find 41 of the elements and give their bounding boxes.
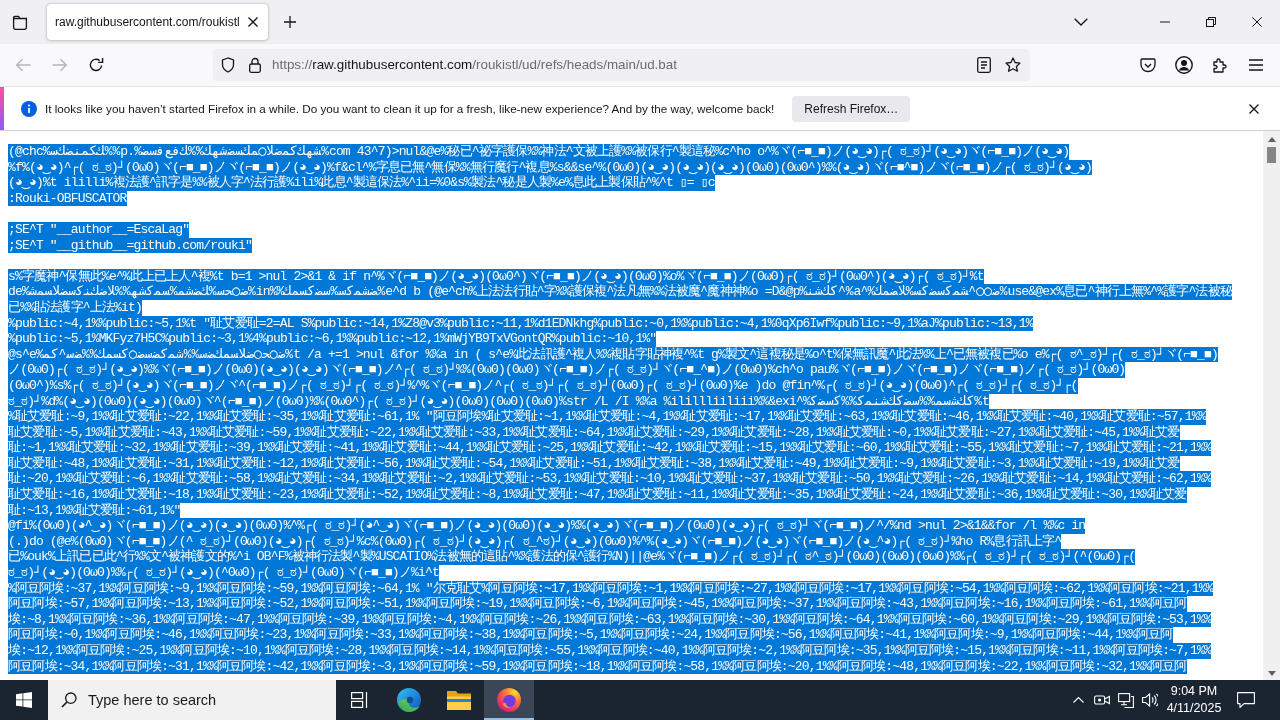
plus-icon[interactable] xyxy=(283,16,296,28)
close-icon[interactable] xyxy=(1252,17,1262,27)
speaker-icon[interactable] xyxy=(1142,693,1158,707)
restore-icon[interactable] xyxy=(1206,17,1216,27)
refresh-firefox-button[interactable]: Refresh Firefox… xyxy=(792,95,911,122)
chevron-up-icon[interactable] xyxy=(1072,697,1084,703)
reload-icon[interactable] xyxy=(88,57,104,73)
edge-icon[interactable] xyxy=(397,688,421,712)
close-icon[interactable] xyxy=(1249,103,1259,114)
video-camera-icon[interactable] xyxy=(1094,693,1110,707)
address-bar[interactable]: https://raw.githubusercontent.com/roukistl/ud/refs/heads/main/ud.bat xyxy=(213,49,1030,81)
network-icon[interactable] xyxy=(1118,692,1134,708)
scrollbar[interactable] xyxy=(1263,131,1280,680)
search-field[interactable]: Type here to search xyxy=(48,680,336,720)
browser-tab[interactable]: raw.githubusercontent.com/roukistl xyxy=(47,4,268,40)
shield-icon[interactable] xyxy=(221,57,235,73)
reader-view-icon[interactable] xyxy=(977,57,991,73)
info-icon xyxy=(21,100,37,117)
clock-date[interactable]: 4/11/2025 xyxy=(1166,700,1222,717)
pocket-icon[interactable] xyxy=(1140,57,1156,73)
star-icon[interactable] xyxy=(1005,57,1021,73)
puzzle-icon[interactable] xyxy=(1212,57,1228,73)
folder-icon[interactable] xyxy=(12,14,28,30)
clock-time[interactable]: 9:04 PM xyxy=(1170,683,1218,700)
menu-icon[interactable] xyxy=(1249,59,1263,71)
task-view-icon[interactable] xyxy=(351,692,369,708)
notification-icon[interactable] xyxy=(1237,692,1255,708)
firefox-icon[interactable] xyxy=(497,688,521,712)
close-icon[interactable] xyxy=(247,17,258,27)
account-icon[interactable] xyxy=(1175,56,1193,74)
folder-icon[interactable] xyxy=(447,690,471,710)
scroll-up-icon[interactable] xyxy=(1267,137,1276,142)
notification-message: It looks like you haven’t started Firefox in a while. Do you want to clean it up for a fresh, like-new experience? And by the way, welcome back! xyxy=(45,100,775,117)
scroll-down-icon[interactable] xyxy=(1267,671,1276,676)
lock-icon[interactable] xyxy=(249,57,261,73)
windows-logo-icon[interactable] xyxy=(16,692,32,708)
url-text[interactable]: https://raw.githubusercontent.com/roukistl/ud/refs/heads/main/ud.bat xyxy=(272,54,677,76)
search-icon xyxy=(61,692,77,708)
taskbar-button[interactable] xyxy=(484,680,534,720)
scrollbar-thumb[interactable] xyxy=(1267,147,1276,163)
chevron-down-icon[interactable] xyxy=(1074,18,1088,26)
